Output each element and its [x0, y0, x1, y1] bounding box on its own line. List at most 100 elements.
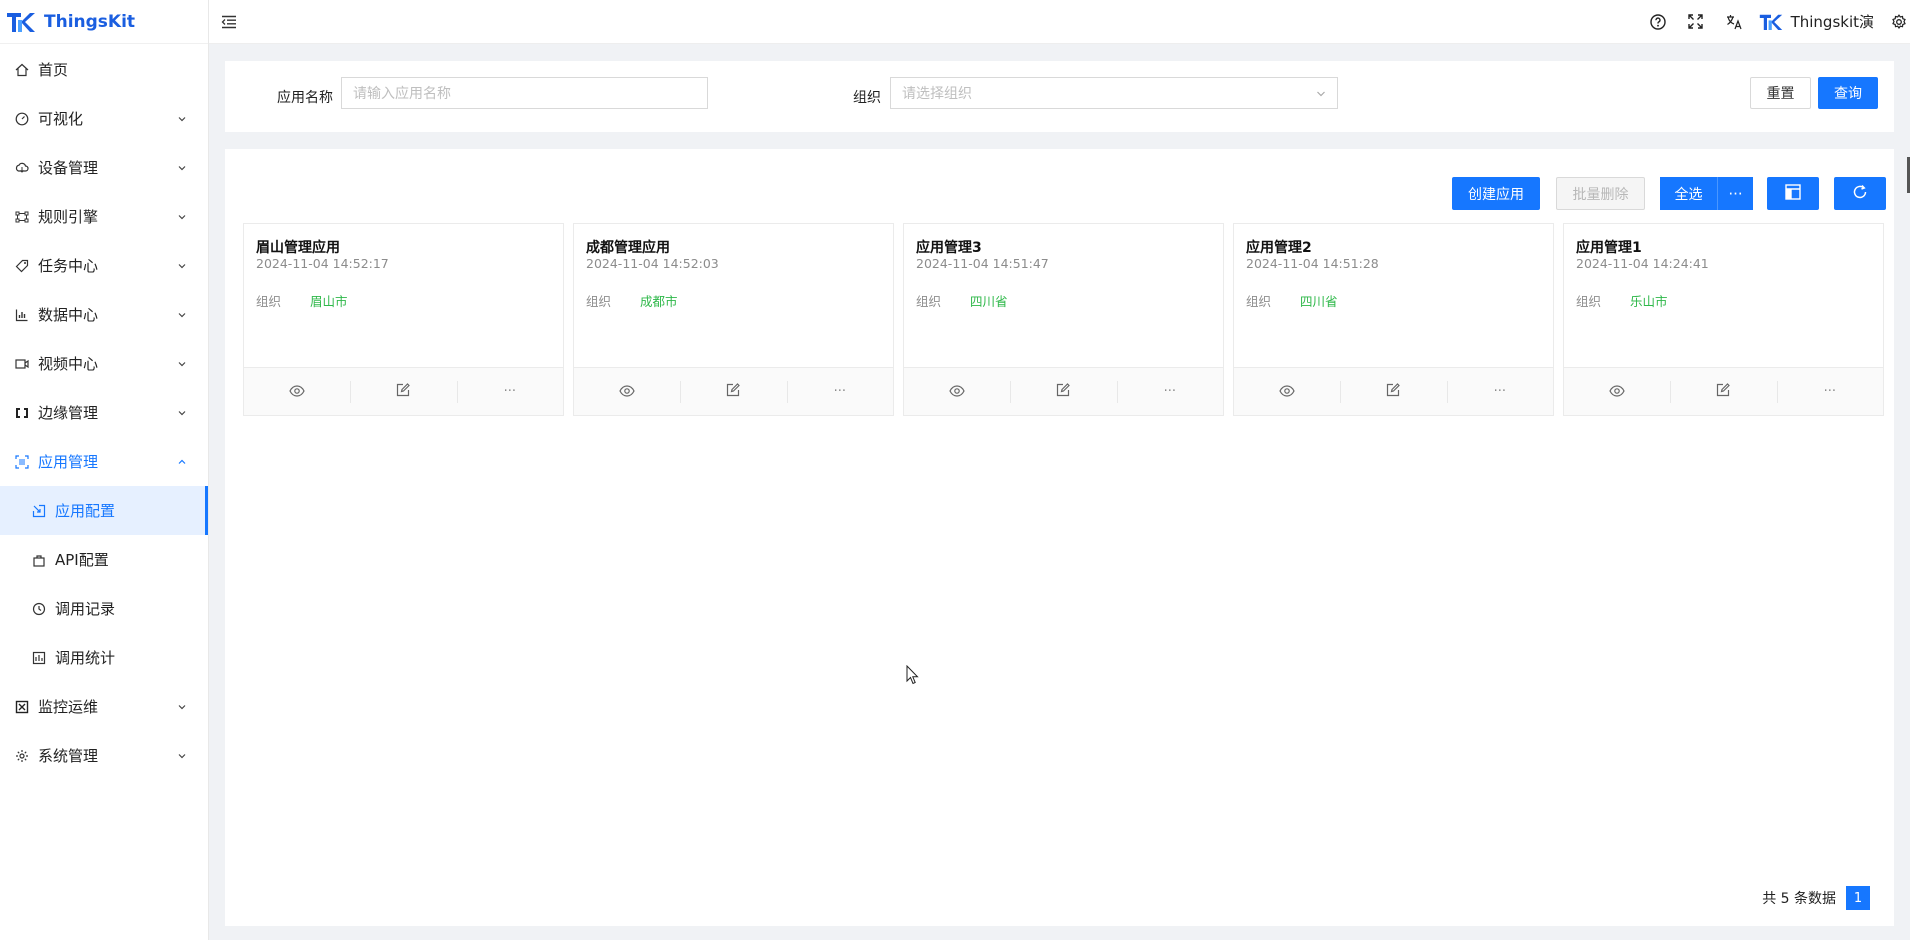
app-card[interactable]: 应用管理3 2024-11-04 14:51:47 组织 四川省 ···: [903, 223, 1224, 416]
sidebar-item-monitoring[interactable]: 监控运维: [0, 682, 208, 731]
view-button[interactable]: [1564, 368, 1670, 415]
card-title: 应用管理1: [1576, 240, 1642, 256]
edit-button[interactable]: [1340, 368, 1446, 415]
more-button[interactable]: ···: [786, 368, 893, 415]
sidebar-item-app-management[interactable]: 应用管理: [0, 437, 208, 486]
chevron-down-icon: [176, 162, 188, 174]
sidebar-item-data-center[interactable]: 数据中心: [0, 290, 208, 339]
more-button[interactable]: ···: [1446, 368, 1553, 415]
sidebar-item-label: 首页: [38, 61, 69, 79]
refresh-icon: [1852, 184, 1868, 204]
history-icon: [31, 601, 47, 617]
chevron-down-icon: [176, 407, 188, 419]
app-config-icon: [31, 503, 47, 519]
view-button[interactable]: [244, 368, 350, 415]
more-icon: ···: [1163, 384, 1177, 399]
layout-icon: [1785, 183, 1801, 204]
sidebar-item-label: 边缘管理: [38, 404, 99, 422]
user-name: Thingskit演: [1790, 13, 1874, 31]
more-button[interactable]: ···: [456, 368, 563, 415]
batch-delete-button[interactable]: 批量删除: [1556, 177, 1645, 210]
layout-toggle-button[interactable]: [1767, 177, 1819, 210]
search-form: 应用名称 请输入应用名称 组织 请选择组织 重置 查询: [225, 61, 1894, 132]
sidebar-item-home[interactable]: 首页: [0, 45, 208, 94]
query-button[interactable]: 查询: [1818, 77, 1878, 109]
more-options-button[interactable]: ···: [1718, 177, 1753, 210]
user-menu[interactable]: Thingskit演: [1759, 11, 1874, 32]
stats-icon: [31, 650, 47, 666]
sidebar-item-edge[interactable]: 边缘管理: [0, 388, 208, 437]
fullscreen-icon[interactable]: [1687, 13, 1705, 31]
bag-icon: [31, 552, 47, 568]
help-icon[interactable]: [1649, 13, 1667, 31]
sidebar-item-label: 监控运维: [38, 698, 99, 716]
logo[interactable]: ThingsKit: [0, 0, 208, 44]
gear-icon[interactable]: [1890, 13, 1908, 31]
sidebar-item-video-center[interactable]: 视频中心: [0, 339, 208, 388]
app-card[interactable]: 成都管理应用 2024-11-04 14:52:03 组织 成都市 ···: [573, 223, 894, 416]
org-select[interactable]: 请选择组织: [890, 77, 1338, 109]
chevron-down-icon: [176, 701, 188, 713]
tag-icon: [14, 258, 30, 274]
reset-button[interactable]: 重置: [1750, 77, 1811, 109]
sidebar-subitem-call-records[interactable]: 调用记录: [0, 584, 208, 633]
edit-button[interactable]: [350, 368, 456, 415]
app-card[interactable]: 眉山管理应用 2024-11-04 14:52:17 组织 眉山市 ···: [243, 223, 564, 416]
eye-icon: [949, 383, 965, 401]
app-card[interactable]: 应用管理2 2024-11-04 14:51:28 组织 四川省 ···: [1233, 223, 1554, 416]
view-button[interactable]: [904, 368, 1010, 415]
edit-icon: [396, 382, 411, 401]
pagination: 共 5 条数据 1: [1762, 886, 1870, 910]
sidebar-subitem-api-config[interactable]: API配置: [0, 535, 208, 584]
edit-button[interactable]: [1670, 368, 1776, 415]
more-button[interactable]: ···: [1776, 368, 1883, 415]
page-1-button[interactable]: 1: [1846, 886, 1870, 910]
refresh-button[interactable]: [1834, 177, 1886, 210]
chevron-up-icon: [176, 456, 188, 468]
sidebar-subitem-label: 调用记录: [55, 600, 116, 618]
card-title: 应用管理3: [916, 240, 982, 256]
settings-icon: [14, 748, 30, 764]
video-icon: [14, 356, 30, 372]
org-placeholder: 请选择组织: [902, 86, 972, 102]
card-org-value: 四川省: [1300, 294, 1338, 309]
sidebar-item-rule-engine[interactable]: 规则引擎: [0, 192, 208, 241]
more-button[interactable]: ···: [1116, 368, 1223, 415]
select-all-button[interactable]: 全选: [1660, 177, 1718, 210]
sidebar-item-label: 任务中心: [38, 257, 99, 275]
app-card[interactable]: 应用管理1 2024-11-04 14:24:41 组织 乐山市 ···: [1563, 223, 1884, 416]
sidebar-item-visualization[interactable]: 可视化: [0, 94, 208, 143]
more-icon: ···: [1823, 384, 1837, 399]
sidebar-item-label: 设备管理: [38, 159, 99, 177]
card-org-label: 组织: [256, 294, 282, 309]
sidebar-menu: 首页 可视化 设备管理 规则引擎 任务中心 数据中心 视频中心 边缘管理 应用管…: [0, 44, 208, 780]
app-name-input[interactable]: 请输入应用名称: [341, 77, 708, 109]
card-actions: ···: [904, 367, 1223, 415]
card-org-label: 组织: [586, 294, 612, 309]
card-time: 2024-11-04 14:52:17: [256, 256, 389, 271]
user-avatar-logo-icon: [1759, 13, 1783, 31]
sidebar-item-system[interactable]: 系统管理: [0, 731, 208, 780]
app-name-label: 应用名称: [277, 89, 333, 106]
sidebar-subitem-call-stats[interactable]: 调用统计: [0, 633, 208, 682]
card-org-label: 组织: [916, 294, 942, 309]
edit-button[interactable]: [1010, 368, 1116, 415]
sidebar-item-device[interactable]: 设备管理: [0, 143, 208, 192]
bar-chart-icon: [14, 307, 30, 323]
edit-icon: [1386, 382, 1401, 401]
create-app-button[interactable]: 创建应用: [1452, 177, 1540, 210]
more-icon: ···: [1728, 184, 1743, 203]
sidebar-item-label: 系统管理: [38, 747, 99, 765]
translate-icon[interactable]: [1725, 13, 1743, 31]
chevron-down-icon: [176, 260, 188, 272]
monitor-icon: [14, 699, 30, 715]
more-icon: ···: [1493, 384, 1507, 399]
sidebar-item-task-center[interactable]: 任务中心: [0, 241, 208, 290]
sidebar-subitem-app-config[interactable]: 应用配置: [0, 486, 208, 535]
view-button[interactable]: [1234, 368, 1340, 415]
menu-fold-icon[interactable]: [219, 12, 239, 32]
view-button[interactable]: [574, 368, 680, 415]
card-org-label: 组织: [1576, 294, 1602, 309]
card-time: 2024-11-04 14:52:03: [586, 256, 719, 271]
edit-button[interactable]: [680, 368, 786, 415]
